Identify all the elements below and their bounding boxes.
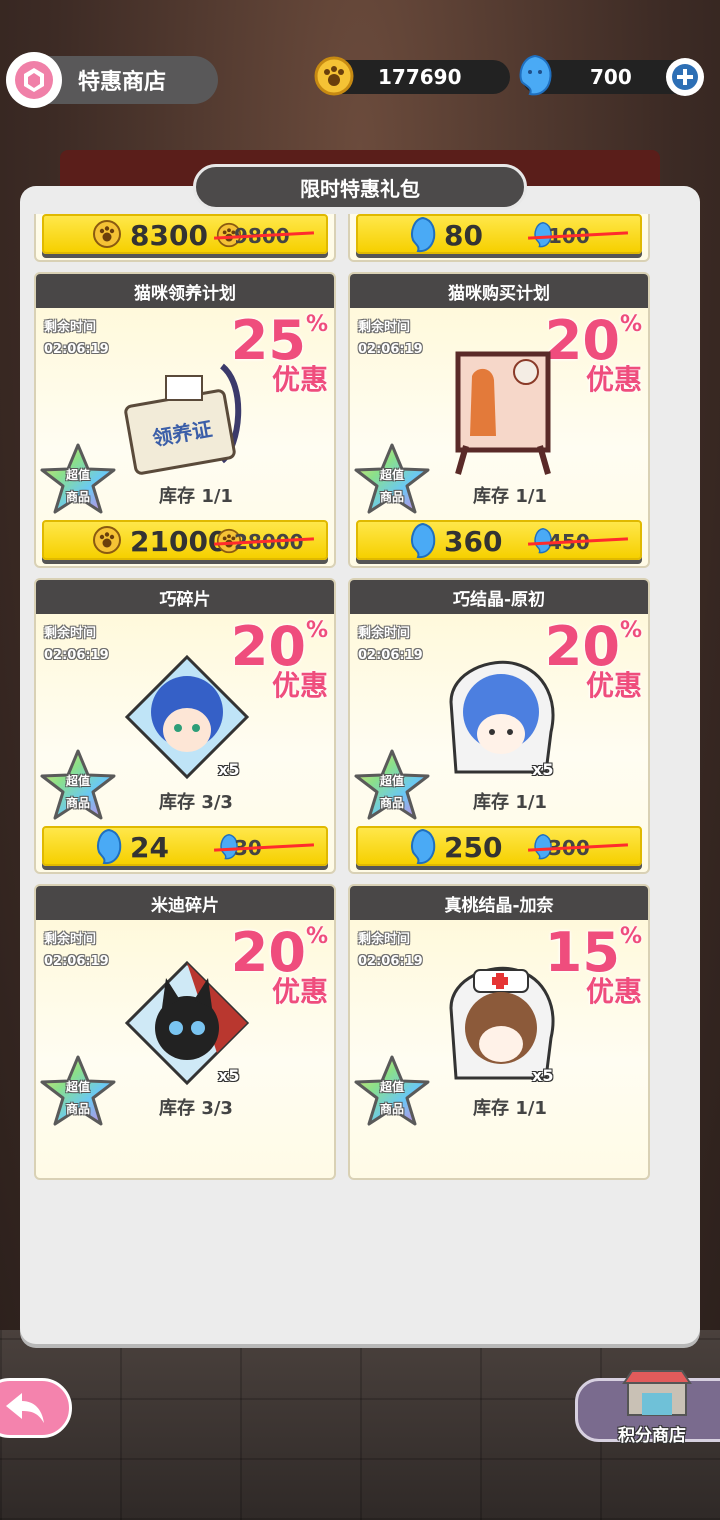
stock-count: 库存 1/1 [473, 792, 547, 813]
remaining-time-label: 剩余时间 [44, 626, 97, 641]
shop-title: 特惠商店 [78, 70, 167, 95]
offer-title: 真桃结晶-加奈 [350, 886, 648, 920]
item-quantity: x5 [218, 760, 240, 779]
blue-gem-icon [411, 829, 436, 865]
plus-icon [672, 64, 698, 90]
countdown-timer: 02:06:19 [358, 342, 423, 357]
add-gems-button[interactable] [666, 58, 704, 96]
offer-card[interactable]: 米迪碎片 剩余时间 02:06:19 20% 优惠 x5 超值 商品 库存 3/3 [34, 884, 336, 1180]
value-star-label: 超值 商品 [379, 774, 404, 810]
percent-sign: % [619, 924, 642, 949]
offers-grid[interactable]: 02:06:19 15% 优惠 超值商品 库存 1/1 8300 9800 [34, 214, 686, 1326]
percent-sign: % [305, 312, 328, 337]
value-star-label: 超值 商品 [379, 468, 404, 504]
gold-value: 177690 [378, 65, 462, 89]
percent-sign: % [619, 312, 642, 337]
buy-button[interactable]: 21000 28000 [42, 520, 328, 560]
buy-button[interactable]: 250 300 [356, 826, 642, 866]
remaining-time-label: 剩余时间 [44, 320, 97, 335]
blue-gem-icon [411, 523, 436, 559]
sale-price: 360 [444, 525, 503, 558]
value-star-label: 超值 商品 [65, 774, 90, 810]
countdown-timer: 02:06:19 [44, 648, 109, 663]
gem-value: 700 [590, 65, 632, 89]
blue-gem-icon [411, 217, 436, 253]
stock-count: 库存 3/3 [159, 792, 233, 813]
countdown-timer: 02:06:19 [44, 954, 109, 969]
value-star-label: 超值 商品 [65, 1080, 90, 1116]
sale-price: 21000 [130, 525, 228, 558]
offer-card[interactable]: 巧结晶-原初 剩余时间 02:06:19 20% 优惠 x5 超值 商品 库存 1… [348, 578, 650, 874]
shop-logo-icon [6, 52, 62, 108]
item-quantity: x5 [218, 1066, 240, 1085]
remaining-time-label: 剩余时间 [358, 320, 411, 335]
remaining-time-label: 剩余时间 [358, 626, 411, 641]
percent-sign: % [305, 618, 328, 643]
sale-price: 250 [444, 831, 503, 864]
offer-title: 巧碎片 [36, 580, 334, 614]
sale-price: 8300 [130, 219, 208, 252]
countdown-timer: 02:06:19 [44, 342, 109, 357]
back-button[interactable] [0, 1378, 72, 1438]
buy-button[interactable]: 80 100 [356, 214, 642, 254]
offer-card[interactable]: 猫咪购买计划 剩余时间 02:06:19 20% 优惠 超值 商品 库存 1/1 … [348, 272, 650, 568]
countdown-timer: 02:06:19 [358, 954, 423, 969]
offer-title: 米迪碎片 [36, 886, 334, 920]
buy-button[interactable]: 360 450 [356, 520, 642, 560]
percent-sign: % [619, 618, 642, 643]
sign-board-icon [436, 346, 566, 476]
back-arrow-icon [6, 1393, 44, 1423]
blue-gem-icon [519, 54, 552, 96]
item-quantity: x5 [532, 760, 554, 779]
offer-card[interactable]: 真桃结晶-加奈 剩余时间 02:06:19 15% 优惠 x5 超值 商品 库存 … [348, 884, 650, 1180]
blue-gem-icon [97, 829, 122, 865]
gem-counter: 700 [519, 54, 704, 96]
store-icon [622, 1370, 692, 1416]
stock-count: 库存 1/1 [473, 1098, 547, 1119]
sale-price: 80 [444, 219, 483, 252]
buy-button[interactable]: 8300 9800 [42, 214, 328, 254]
points-shop-button[interactable]: 积分商店 [575, 1370, 720, 1446]
countdown-timer: 02:06:19 [358, 648, 423, 663]
remaining-time-label: 剩余时间 [358, 932, 411, 947]
shop-tab[interactable]: 特惠商店 [6, 52, 218, 108]
offer-card[interactable]: 02:06:19 20% 优惠 超值商品 库存 3/3 80 100 [348, 214, 650, 262]
gold-counter: 177690 [314, 56, 510, 96]
points-shop-label: 积分商店 [618, 1426, 686, 1446]
paw-coin-icon [93, 220, 121, 248]
paw-coin-icon [93, 526, 121, 554]
sale-price: 24 [130, 831, 169, 864]
item-quantity: x5 [532, 1066, 554, 1085]
percent-sign: % [305, 924, 328, 949]
panel-title: 限时特惠礼包 [193, 164, 527, 210]
remaining-time-label: 剩余时间 [44, 932, 97, 947]
paw-coin-icon [314, 56, 354, 96]
value-star-label: 超值 商品 [65, 468, 90, 504]
offer-title: 猫咪购买计划 [350, 274, 648, 308]
buy-button[interactable]: 24 30 [42, 826, 328, 866]
offer-title: 猫咪领养计划 [36, 274, 334, 308]
offer-card[interactable]: 猫咪领养计划 剩余时间 02:06:19 25% 优惠 领养证 超值 商品 库存 … [34, 272, 336, 568]
offer-title: 巧结晶-原初 [350, 580, 648, 614]
value-star-label: 超值 商品 [379, 1080, 404, 1116]
stock-count: 库存 1/1 [159, 486, 233, 507]
adoption-card-icon: 领养证 [122, 346, 252, 476]
stock-count: 库存 1/1 [473, 486, 547, 507]
offer-card[interactable]: 巧碎片 剩余时间 02:06:19 20% 优惠 x5 超值 商品 库存 3/3 … [34, 578, 336, 874]
stock-count: 库存 3/3 [159, 1098, 233, 1119]
offer-card[interactable]: 02:06:19 15% 优惠 超值商品 库存 1/1 8300 9800 [34, 214, 336, 262]
